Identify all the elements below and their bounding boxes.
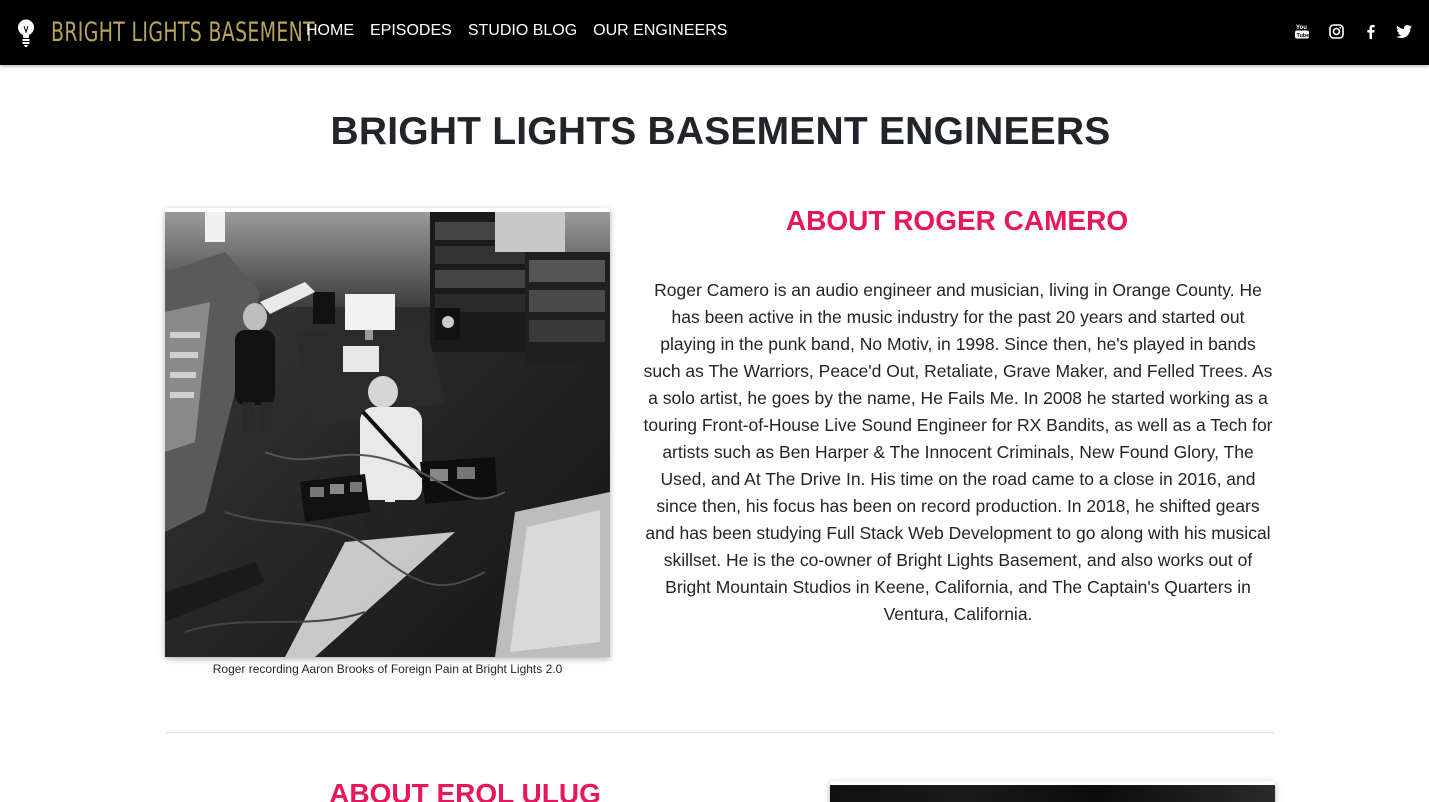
nav-link-episodes[interactable]: EPISODES (370, 20, 452, 42)
nav-link-our-engineers[interactable]: OUR ENGINEERS (593, 20, 727, 42)
svg-text:Tube: Tube (1297, 33, 1310, 39)
section-divider (165, 732, 1275, 733)
brand-name: BRIGHT LIGHTS BASEMENT (51, 17, 316, 48)
engineer-photo-card (830, 781, 1275, 802)
lightbulb-icon (18, 19, 34, 47)
engineer-photo (830, 785, 1275, 802)
youtube-icon[interactable]: You Tube (1293, 22, 1311, 40)
photo-caption: Roger recording Aaron Brooks of Foreign … (212, 662, 563, 676)
instagram-icon[interactable] (1327, 22, 1345, 40)
social-links: You Tube (1277, 22, 1413, 40)
engineer-heading: ABOUT ROGER CAMERO (785, 205, 1129, 236)
engineer-photo (165, 212, 610, 657)
engineer-bio: Roger Camero is an audio engineer and mu… (643, 280, 1273, 624)
page-title: BRIGHT LIGHTS BASEMENT ENGINEERS (330, 110, 1111, 153)
nav-link-studio-blog[interactable]: STUDIO BLOG (468, 20, 577, 42)
facebook-icon[interactable] (1361, 22, 1379, 40)
engineer-photo-card (165, 208, 610, 657)
engineer-heading: ABOUT EROL ULUG (329, 778, 601, 802)
svg-text:You: You (1296, 25, 1307, 31)
nav-link-home[interactable]: HOME (306, 20, 354, 42)
navbar: BRIGHT LIGHTS BASEMENT HOME EPISODES STU… (0, 0, 1429, 65)
main-nav: HOME EPISODES STUDIO BLOG OUR ENGINEERS (306, 20, 743, 42)
twitter-icon[interactable] (1395, 22, 1413, 40)
